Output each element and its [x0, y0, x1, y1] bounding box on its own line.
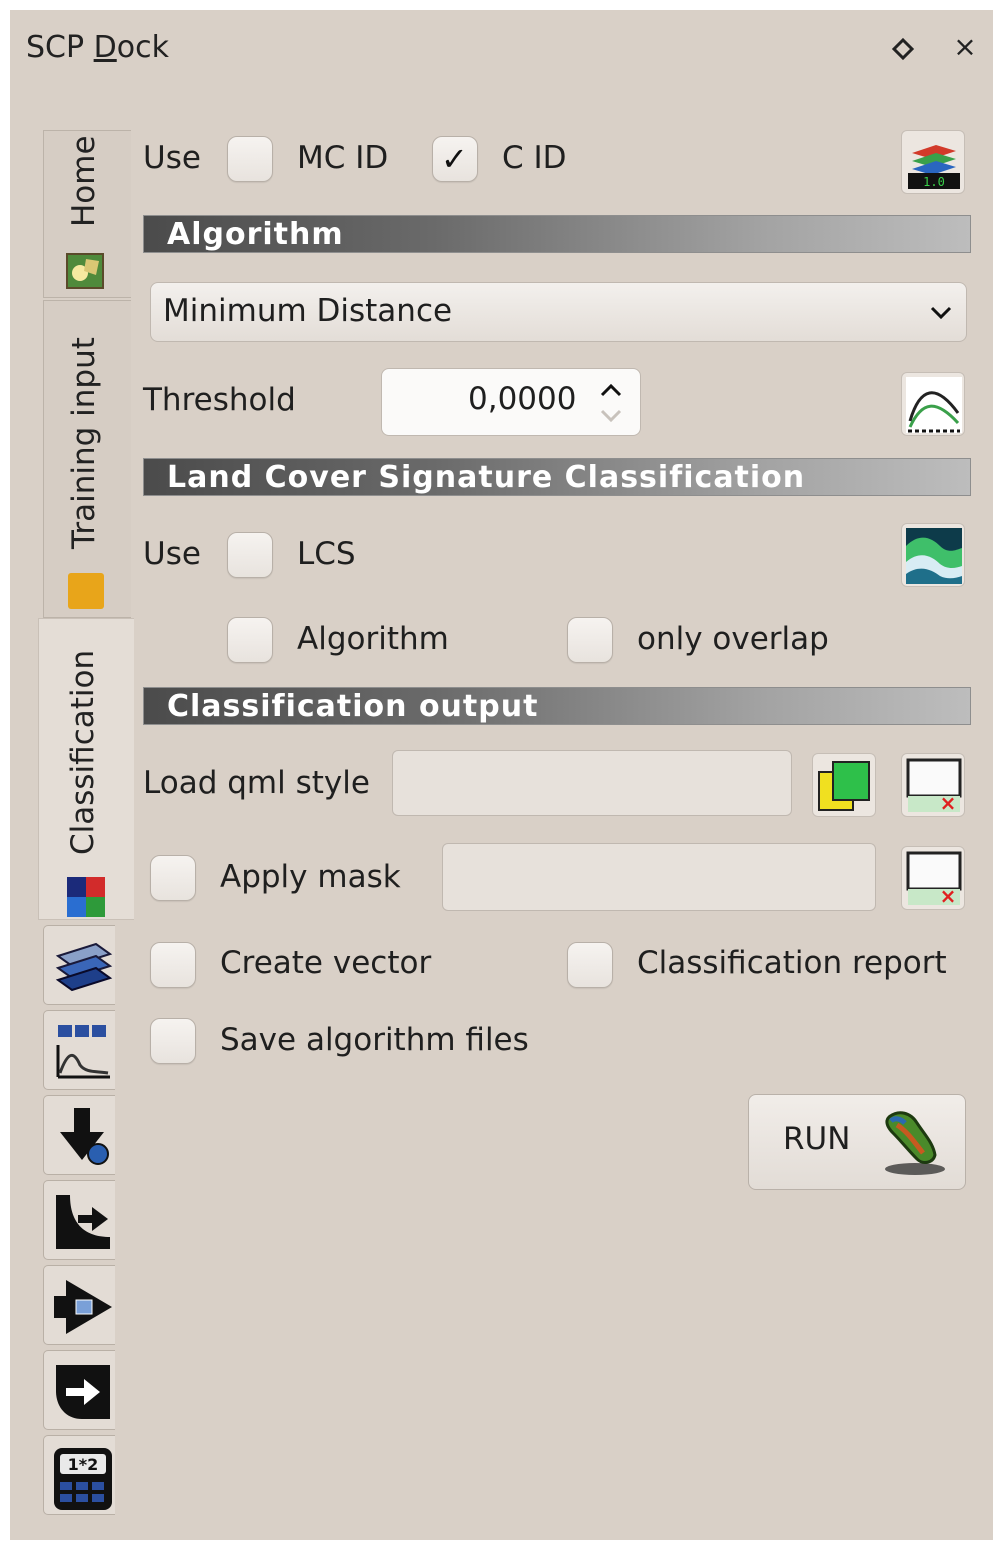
classification-output-section-header: Classification output [143, 687, 971, 725]
tab-home[interactable]: Home [43, 130, 131, 298]
home-icon [66, 253, 104, 289]
band-set-button[interactable] [43, 925, 115, 1005]
threshold-label: Threshold [143, 382, 296, 418]
lcs-threshold-button[interactable] [901, 523, 965, 587]
c-id-checkbox[interactable]: ✓ [432, 136, 478, 182]
reset-icon: × [906, 851, 962, 907]
signature-threshold-button[interactable]: 1.0 [901, 130, 965, 194]
spectral-plot-icon [56, 1025, 110, 1079]
tab-home-label: Home [66, 135, 102, 227]
svg-text:1.0: 1.0 [923, 175, 945, 189]
threshold-spinbox[interactable]: 0,0000 [381, 368, 641, 436]
classification-icon [67, 877, 105, 917]
band-set-icon [55, 942, 113, 992]
spectral-plot-button[interactable] [43, 1010, 115, 1090]
svg-text:×: × [940, 791, 957, 814]
float-icon [891, 37, 915, 61]
preprocessing-icon [56, 1195, 110, 1249]
algorithm-weight-button[interactable] [901, 372, 965, 436]
band-processing-icon [56, 1365, 110, 1419]
lcs-label: LCS [297, 536, 356, 572]
save-algorithm-files-checkbox[interactable] [150, 1018, 196, 1064]
reset-qml-button[interactable]: × [901, 753, 965, 817]
tab-training-input[interactable]: Training input [43, 300, 131, 618]
tab-classification-label: Classification [65, 649, 101, 855]
run-icon [885, 1111, 945, 1175]
classification-report-label: Classification report [637, 945, 947, 981]
postprocessing-icon [54, 1280, 112, 1334]
mask-field[interactable] [442, 843, 876, 911]
postprocessing-button[interactable] [43, 1265, 115, 1345]
qml-style-field[interactable] [392, 750, 792, 816]
mc-id-label: MC ID [297, 140, 389, 176]
svg-text:×: × [940, 884, 957, 907]
algorithm-select-value: Minimum Distance [163, 293, 453, 329]
svg-text:1*2: 1*2 [68, 1455, 99, 1474]
select-qml-button[interactable] [812, 753, 876, 817]
chevron-down-icon [930, 306, 952, 320]
tab-classification[interactable]: Classification [38, 618, 134, 920]
download-icon [60, 1108, 109, 1165]
threshold-value: 0,0000 [468, 381, 577, 417]
use-label: Use [143, 140, 201, 176]
run-button[interactable]: RUN [748, 1094, 966, 1190]
classification-report-checkbox[interactable] [567, 942, 613, 988]
mc-id-checkbox[interactable] [227, 136, 273, 182]
scp-dock-panel: SCP Dock × Home Training input Classific… [10, 10, 993, 1540]
download-button[interactable] [43, 1095, 115, 1175]
float-dock-button[interactable] [888, 34, 918, 64]
signature-threshold-icon: 1.0 [908, 145, 960, 189]
band-calc-button[interactable]: 1*2 [43, 1435, 115, 1515]
create-vector-checkbox[interactable] [150, 942, 196, 988]
c-id-label: C ID [502, 140, 567, 176]
dock-title: SCP Dock [26, 30, 169, 65]
lcs-algorithm-checkbox[interactable] [227, 617, 273, 663]
band-calc-icon: 1*2 [54, 1448, 112, 1510]
lcs-threshold-icon [906, 528, 962, 584]
lcs-checkbox[interactable] [227, 532, 273, 578]
lcs-use-label: Use [143, 536, 201, 572]
run-label: RUN [783, 1121, 851, 1157]
save-algorithm-files-label: Save algorithm files [220, 1022, 529, 1058]
algorithm-select[interactable]: Minimum Distance [150, 282, 967, 342]
qml-style-icon [818, 761, 870, 811]
spin-arrows-icon[interactable] [596, 379, 626, 425]
algorithm-section-header: Algorithm [143, 215, 971, 253]
band-processing-button[interactable] [43, 1350, 115, 1430]
threshold-plot-icon [906, 377, 962, 433]
lcs-section-header: Land Cover Signature Classification [143, 458, 971, 496]
reset-icon: × [906, 758, 962, 814]
tab-training-input-label: Training input [66, 337, 102, 549]
load-qml-label: Load qml style [143, 765, 370, 801]
checkmark-icon: ✓ [441, 140, 468, 178]
lcs-algorithm-label: Algorithm [297, 621, 449, 657]
apply-mask-checkbox[interactable] [150, 855, 196, 901]
apply-mask-label: Apply mask [220, 859, 401, 895]
create-vector-label: Create vector [220, 945, 432, 981]
training-input-icon [68, 573, 104, 609]
reset-mask-button[interactable]: × [901, 846, 965, 910]
only-overlap-label: only overlap [637, 621, 829, 657]
preprocessing-button[interactable] [43, 1180, 115, 1260]
close-dock-button[interactable]: × [950, 32, 980, 62]
only-overlap-checkbox[interactable] [567, 617, 613, 663]
